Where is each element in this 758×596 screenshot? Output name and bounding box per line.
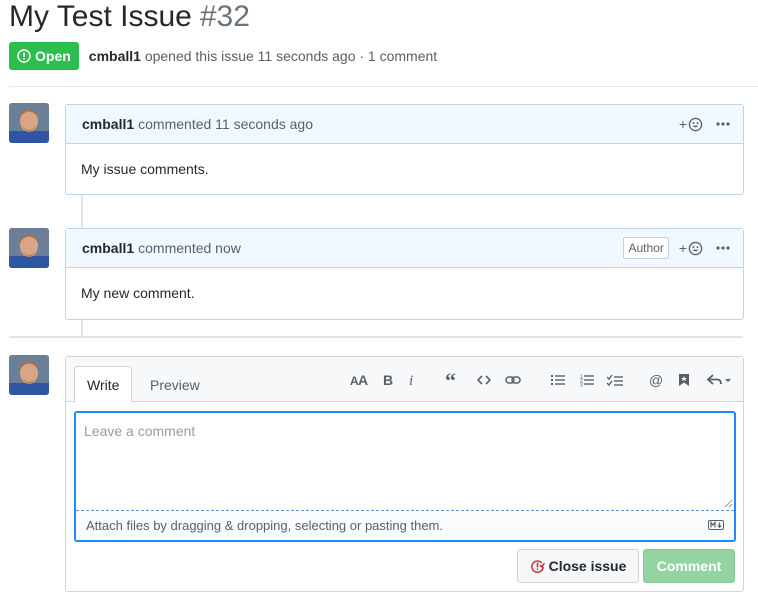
issue-closed-icon: [530, 559, 545, 573]
reply-icon[interactable]: [706, 369, 734, 391]
issue-title-row: My Test Issue #32: [9, 0, 250, 36]
issue-number: #32: [199, 0, 250, 33]
more-options-button[interactable]: [715, 116, 731, 132]
bulleted-list-icon[interactable]: [548, 369, 568, 391]
add-reaction-button[interactable]: +: [679, 116, 703, 132]
svg-text:“: “: [445, 373, 456, 387]
italic-icon[interactable]: i: [402, 369, 422, 391]
tab-write[interactable]: Write: [74, 366, 133, 403]
resize-handle-icon[interactable]: [724, 499, 733, 508]
add-reaction-button[interactable]: +: [679, 240, 703, 256]
mention-icon[interactable]: @: [646, 369, 666, 391]
reference-icon[interactable]: [674, 369, 694, 391]
code-icon[interactable]: [474, 369, 494, 391]
timeline-divider: [9, 336, 743, 338]
tab-preview[interactable]: Preview: [138, 366, 212, 403]
issue-title: My Test Issue: [9, 0, 192, 33]
comment-body: My issue comments.: [81, 161, 209, 177]
issue-open-icon: [17, 49, 31, 63]
author-label-badge: Author: [623, 237, 669, 259]
svg-text:B: B: [383, 373, 393, 387]
svg-text:3: 3: [580, 382, 583, 387]
comment-header: cmball1 commented now Author +: [66, 229, 743, 268]
quote-icon[interactable]: “: [443, 369, 463, 391]
comment-author[interactable]: cmball1: [82, 240, 134, 256]
kebab-horizontal-icon: [716, 246, 730, 250]
comment-card: cmball1 commented 11 seconds ago + My is…: [65, 104, 744, 195]
svg-text:@: @: [649, 373, 663, 388]
header-divider: [9, 86, 758, 87]
bold-icon[interactable]: B: [378, 369, 398, 391]
close-issue-label: Close issue: [548, 558, 627, 574]
attach-files-bar[interactable]: Attach files by dragging & dropping, sel…: [76, 510, 734, 540]
state-badge: Open: [9, 42, 79, 70]
comment-write-area: Attach files by dragging & dropping, sel…: [74, 411, 736, 542]
svg-text:A: A: [358, 373, 368, 387]
plus-label: +: [678, 240, 687, 256]
kebab-horizontal-icon: [716, 122, 730, 126]
attach-files-text: Attach files by dragging & dropping, sel…: [86, 518, 443, 533]
plus-label: +: [678, 116, 687, 132]
avatar[interactable]: [9, 228, 49, 268]
comment-header: cmball1 commented 11 seconds ago +: [66, 105, 743, 144]
comment-action[interactable]: commented 11 seconds ago: [138, 116, 313, 132]
comment-body: My new comment.: [81, 285, 195, 301]
text-size-icon[interactable]: AA: [349, 369, 369, 391]
svg-text:i: i: [409, 373, 413, 387]
numbered-list-icon[interactable]: 123: [577, 369, 597, 391]
avatar[interactable]: [9, 103, 49, 143]
markdown-icon[interactable]: [708, 520, 724, 530]
new-comment-form: Write Preview AA B i “ 1 2 3 @ Leave a c…: [65, 356, 744, 592]
state-label: Open: [35, 48, 71, 64]
link-icon[interactable]: [503, 369, 523, 391]
more-options-button[interactable]: [715, 240, 731, 256]
smiley-icon: [688, 117, 703, 131]
editor-header: Write Preview AA B i “ 1 2 3 @: [66, 357, 743, 403]
timeline-line: [81, 320, 83, 336]
issue-meta-text: cmball1 opened this issue 11 seconds ago…: [89, 48, 437, 64]
task-list-icon[interactable]: [605, 369, 625, 391]
close-issue-button[interactable]: Close issue: [517, 549, 639, 583]
smiley-icon: [688, 241, 703, 255]
issue-author-link[interactable]: cmball1: [89, 48, 141, 64]
comment-button[interactable]: Comment: [643, 549, 735, 583]
issue-meta: Open cmball1 opened this issue 11 second…: [9, 42, 437, 70]
comment-textarea[interactable]: [76, 413, 734, 510]
comment-card: cmball1 commented now Author + My new co…: [65, 228, 744, 320]
issue-opened-text: opened this issue 11 seconds ago · 1 com…: [144, 48, 438, 64]
timeline-line: [81, 195, 83, 228]
comment-action[interactable]: commented now: [138, 240, 241, 256]
avatar[interactable]: [9, 355, 49, 395]
comment-button-label: Comment: [656, 558, 722, 574]
comment-author[interactable]: cmball1: [82, 116, 134, 132]
